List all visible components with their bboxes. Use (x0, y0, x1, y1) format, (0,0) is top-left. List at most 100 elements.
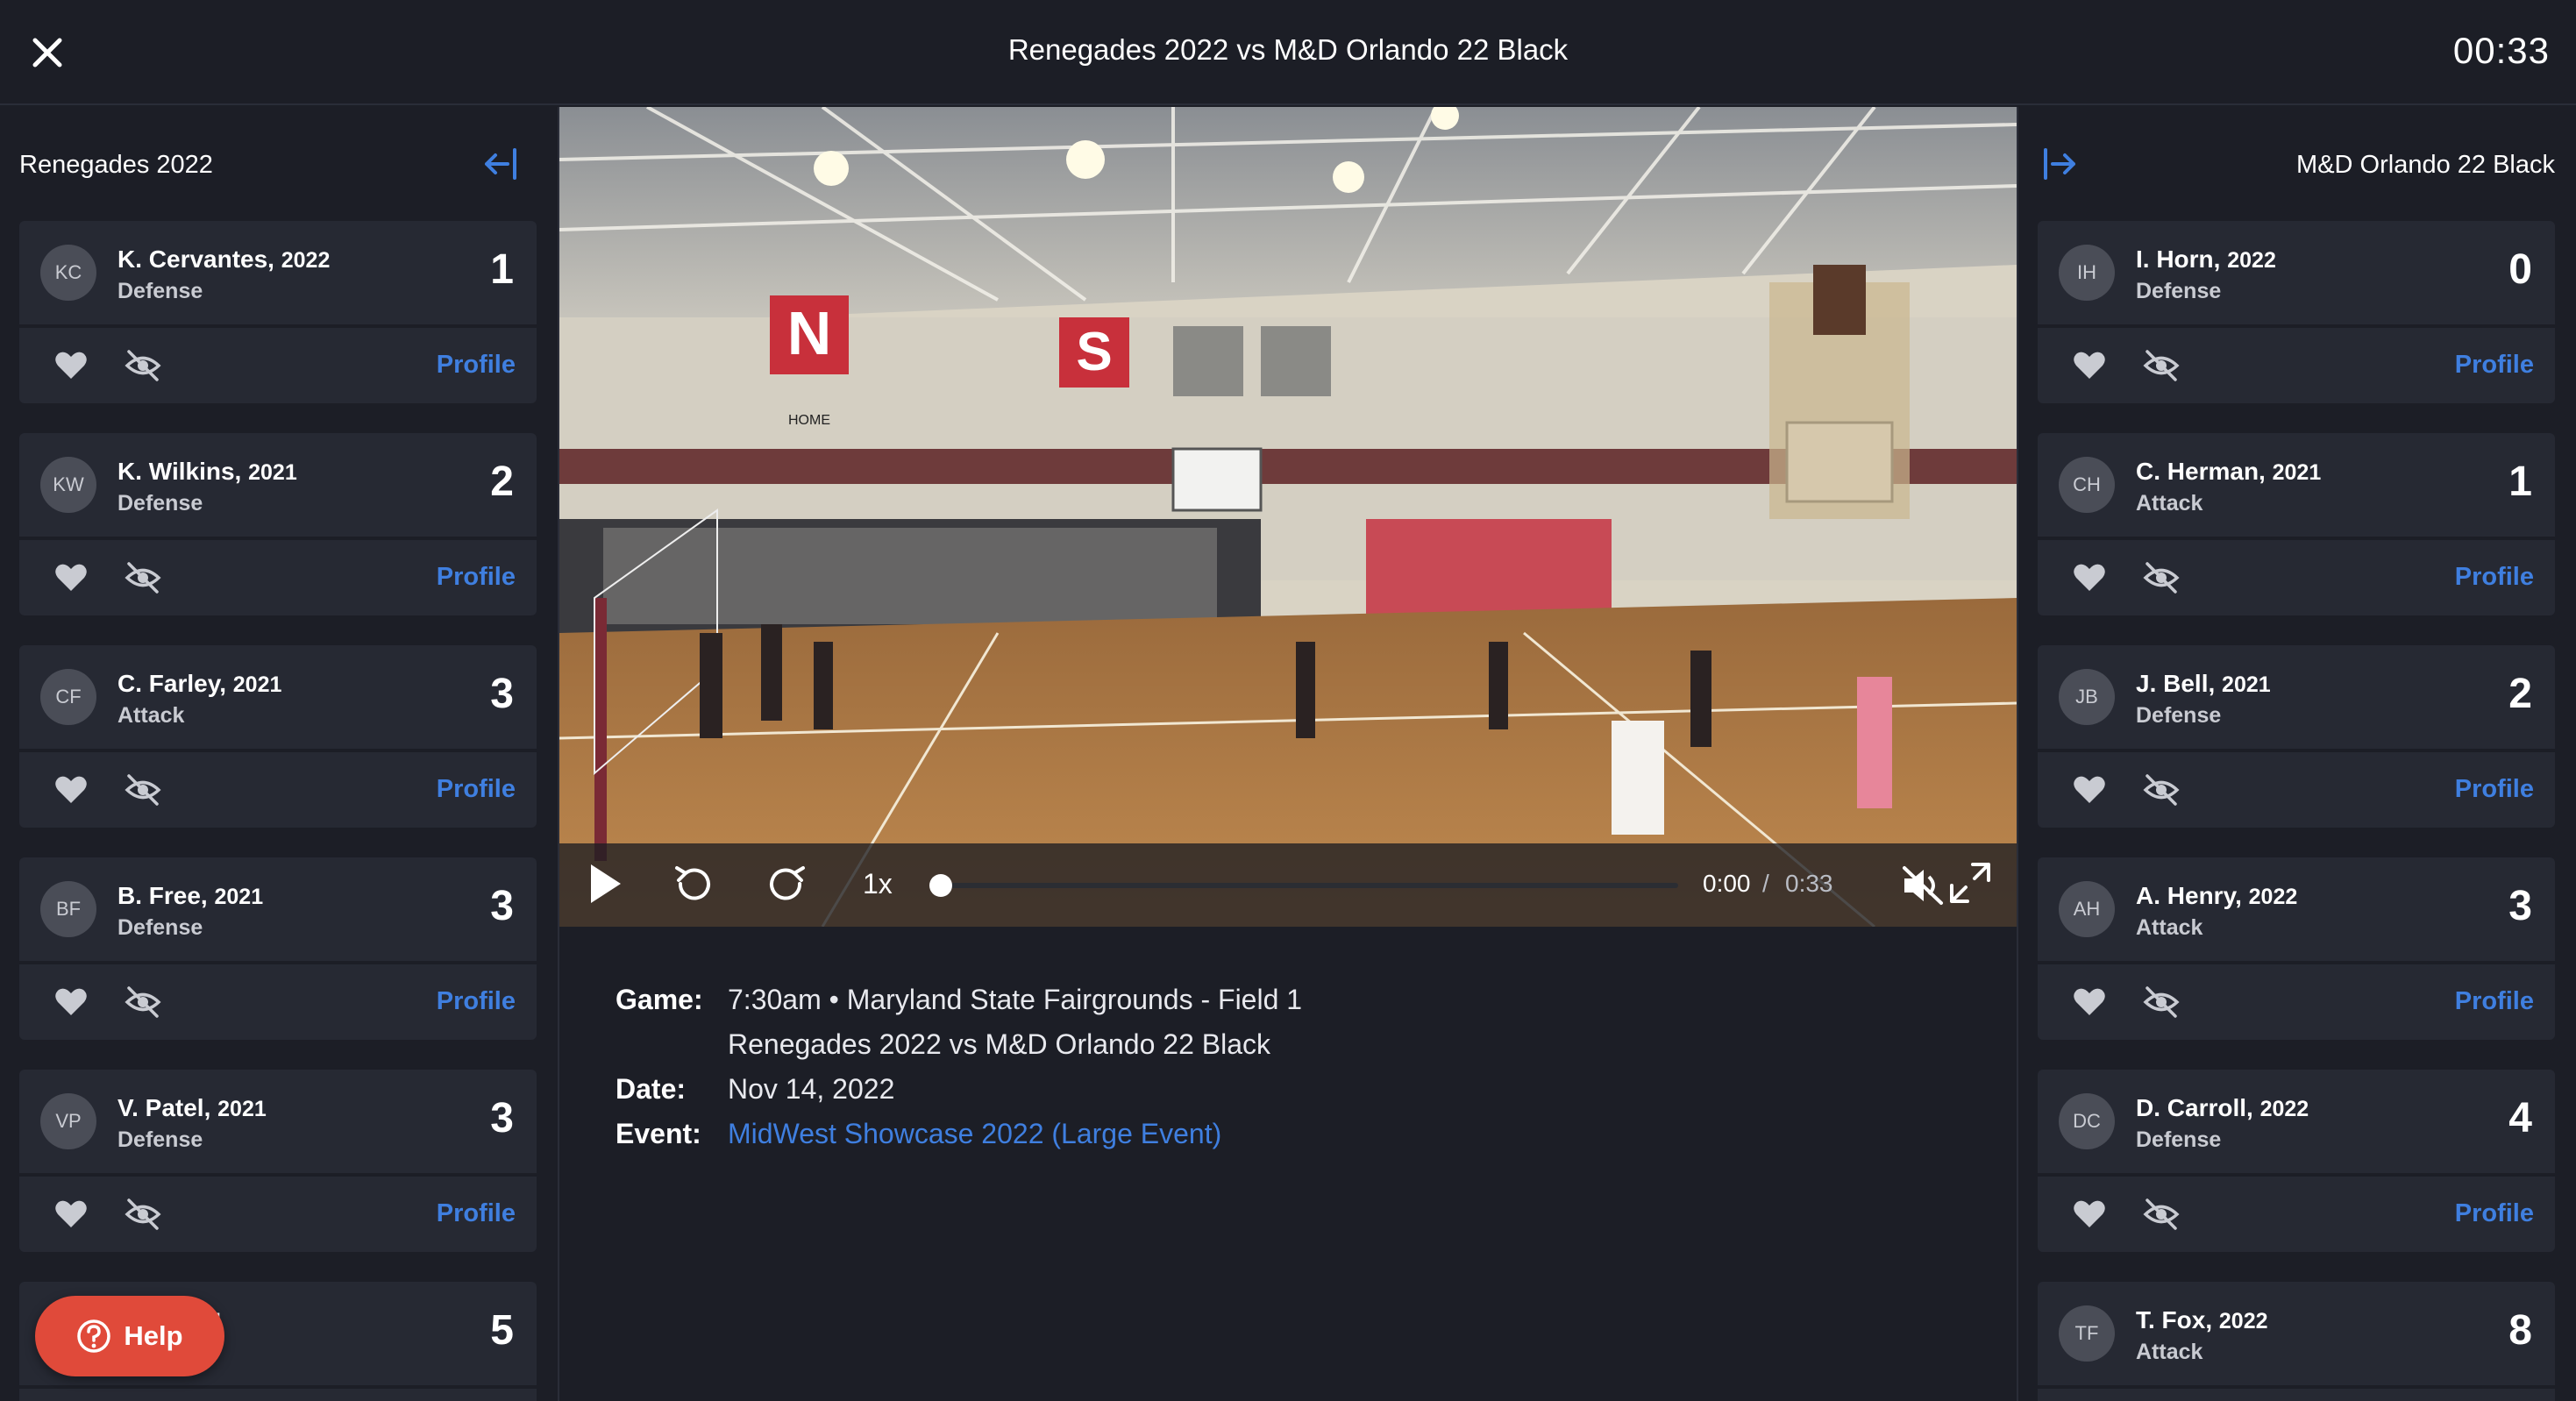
game-matchup: Renegades 2022 vs M&D Orlando 22 Black (728, 1028, 1271, 1060)
favorite-heart-icon[interactable] (2073, 563, 2106, 593)
avatar: JB (2059, 669, 2115, 725)
hide-eye-off-icon[interactable] (125, 561, 161, 594)
favorite-heart-icon[interactable] (2073, 1199, 2106, 1229)
player-card-actions: Profile (19, 752, 537, 828)
jersey-number: 3 (2508, 883, 2532, 929)
profile-link[interactable]: Profile (2455, 775, 2534, 804)
progress-handle[interactable] (929, 874, 952, 897)
player-position: Attack (2136, 915, 2203, 940)
rewind-button[interactable] (673, 864, 712, 909)
video-section: N S HOME 1x 0:00 / 0:33 Game: 7:30am • M… (559, 107, 2017, 1401)
hide-eye-off-icon[interactable] (125, 349, 161, 382)
collapse-right-panel-button[interactable] (2038, 142, 2081, 186)
banner-n: N (787, 299, 832, 367)
profile-link[interactable]: Profile (437, 351, 516, 380)
player-card-actions: Profile (19, 328, 537, 403)
panel-header: M&D Orlando 22 Black (2018, 107, 2576, 221)
grad-year: 2021 (217, 1097, 267, 1121)
avatar: CF (40, 669, 96, 725)
avatar: TF (2059, 1305, 2115, 1362)
profile-link[interactable]: Profile (2455, 563, 2534, 592)
hide-eye-off-icon[interactable] (2143, 985, 2180, 1019)
player-card-header: CF C. Farley, 2021 Attack 3 (19, 645, 537, 749)
hide-eye-off-icon[interactable] (2143, 349, 2180, 382)
collapse-right-icon (2044, 148, 2075, 180)
avatar: AH (2059, 881, 2115, 937)
help-button[interactable]: Help (35, 1296, 224, 1376)
hide-eye-off-icon[interactable] (2143, 1198, 2180, 1231)
banner-s: S (1076, 322, 1112, 382)
favorite-heart-icon[interactable] (2073, 351, 2106, 380)
jersey-number: 3 (490, 883, 514, 929)
player-position: Attack (2136, 1340, 2203, 1364)
avatar: KW (40, 457, 96, 513)
favorite-heart-icon[interactable] (2073, 775, 2106, 805)
favorite-heart-icon[interactable] (54, 563, 88, 593)
player-position: Defense (117, 279, 203, 303)
profile-link[interactable]: Profile (437, 775, 516, 804)
hide-eye-off-icon[interactable] (125, 985, 161, 1019)
player-card-actions (19, 1389, 537, 1401)
player-name: C. Farley, 2021 (117, 670, 282, 697)
player-name: D. Carroll, 2022 (2136, 1094, 2309, 1121)
player-name: C. Herman, 2021 (2136, 458, 2322, 485)
jersey-number: 1 (490, 246, 514, 293)
favorite-heart-icon[interactable] (2073, 987, 2106, 1017)
favorite-heart-icon[interactable] (54, 351, 88, 380)
date-label: Date: (616, 1073, 687, 1105)
hide-eye-off-icon[interactable] (2143, 773, 2180, 807)
event-link[interactable]: MidWest Showcase 2022 (Large Event) (728, 1118, 1221, 1150)
player-name: K. Wilkins, 2021 (117, 458, 297, 485)
player-card: CF C. Farley, 2021 Attack 3 Profile (19, 645, 537, 828)
collapse-left-panel-button[interactable] (479, 142, 523, 186)
player-card-header: VP V. Patel, 2021 Defense 3 (19, 1070, 537, 1173)
favorite-heart-icon[interactable] (54, 987, 88, 1017)
player-name: V. Patel, 2021 (117, 1094, 267, 1121)
hide-eye-off-icon[interactable] (125, 773, 161, 807)
hide-eye-off-icon[interactable] (125, 1198, 161, 1231)
player-card-actions: Profile (2038, 964, 2555, 1040)
play-icon (591, 864, 621, 903)
duration: 0:33 (1785, 870, 1833, 897)
favorite-heart-icon[interactable] (54, 775, 88, 805)
progress-track[interactable] (942, 883, 1678, 888)
player-card: AH A. Henry, 2022 Attack 3 Profile (2038, 857, 2555, 1040)
player-position: Defense (117, 1127, 203, 1152)
player-card-header: TF T. Fox, 2022 Attack 8 (2038, 1282, 2555, 1385)
player-card: IH I. Horn, 2022 Defense 0 Profile (2038, 221, 2555, 403)
game-label: Game: (616, 984, 703, 1015)
gym-scene-image: N S HOME (559, 107, 2017, 927)
home-sign: HOME (788, 413, 830, 428)
profile-link[interactable]: Profile (437, 1199, 516, 1228)
profile-link[interactable]: Profile (2455, 987, 2534, 1016)
home-team-panel: Renegades 2022 KC K. Cervantes, 2022 Defen… (0, 107, 559, 1401)
avatar: IH (2059, 245, 2115, 301)
player-card-actions (2038, 1389, 2555, 1401)
player-card-header: DC D. Carroll, 2022 Defense 4 (2038, 1070, 2555, 1173)
favorite-heart-icon[interactable] (54, 1199, 88, 1229)
avatar: BF (40, 881, 96, 937)
profile-link[interactable]: Profile (437, 563, 516, 592)
profile-link[interactable]: Profile (437, 987, 516, 1016)
player-card-header: BF B. Free, 2021 Defense 3 (19, 857, 537, 961)
hide-eye-off-icon[interactable] (2143, 561, 2180, 594)
playback-speed-button[interactable]: 1x (863, 868, 893, 900)
mute-button[interactable] (1901, 864, 1945, 911)
player-card: JB J. Bell, 2021 Defense 2 Profile (2038, 645, 2555, 828)
player-card-header: CH C. Herman, 2021 Attack 1 (2038, 433, 2555, 537)
forward-button[interactable] (768, 864, 807, 909)
player-card-actions: Profile (19, 1177, 537, 1252)
profile-link[interactable]: Profile (2455, 1199, 2534, 1228)
player-card: TF T. Fox, 2022 Attack 8 (2038, 1282, 2555, 1401)
player-card: KW K. Wilkins, 2021 Defense 2 Profile (19, 433, 537, 615)
fullscreen-icon (1950, 863, 1990, 903)
profile-link[interactable]: Profile (2455, 351, 2534, 380)
player-card: CH C. Herman, 2021 Attack 1 Profile (2038, 433, 2555, 615)
grad-year: 2022 (281, 248, 331, 273)
play-button[interactable] (587, 863, 623, 909)
fullscreen-button[interactable] (1948, 861, 1992, 909)
video-player[interactable]: N S HOME 1x 0:00 / 0:33 (559, 107, 2017, 927)
player-card: VP V. Patel, 2021 Defense 3 Profile (19, 1070, 537, 1252)
current-time: 0:00 (1703, 870, 1751, 897)
avatar: CH (2059, 457, 2115, 513)
